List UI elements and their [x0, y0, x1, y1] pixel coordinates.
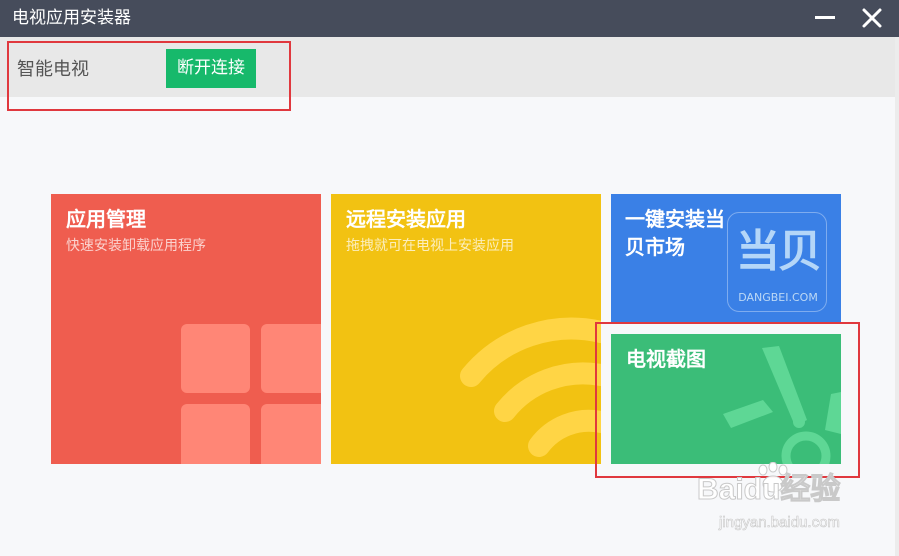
app-manage-tile[interactable]: 应用管理 快速安装卸载应用程序 — [51, 194, 321, 464]
dangbei-logo-text: 当贝 — [736, 226, 822, 277]
close-icon — [862, 8, 882, 28]
app-manage-title: 应用管理 — [66, 207, 146, 231]
remote-install-subtitle: 拖拽就可在电视上安装应用 — [346, 238, 514, 254]
install-market-tile[interactable]: 一键安装当贝市场 当贝 DANGBEI.COM — [611, 194, 841, 322]
connection-bar: 智能电视 断开连接 — [0, 37, 895, 97]
dangbei-logo: 当贝 DANGBEI.COM — [727, 212, 827, 312]
app-manage-subtitle: 快速安装卸载应用程序 — [66, 238, 206, 254]
dangbei-logo-domain: DANGBEI.COM — [738, 291, 818, 304]
install-market-title: 一键安装当贝市场 — [625, 207, 725, 259]
tv-screenshot-title: 电视截图 — [626, 347, 706, 371]
wifi-icon — [460, 317, 601, 457]
close-button[interactable] — [856, 3, 888, 33]
minimize-icon — [815, 16, 835, 19]
tv-screenshot-tile[interactable]: 电视截图 — [611, 334, 841, 464]
window-title: 电视应用安装器 — [12, 8, 131, 28]
title-bar: 电视应用安装器 — [0, 0, 899, 37]
window-edge — [895, 37, 899, 556]
disconnect-button[interactable]: 断开连接 — [166, 49, 256, 88]
remote-install-title: 远程安装应用 — [346, 207, 466, 231]
minimize-button[interactable] — [808, 3, 840, 33]
remote-install-tile[interactable]: 远程安装应用 拖拽就可在电视上安装应用 — [331, 194, 601, 464]
device-name: 智能电视 — [17, 59, 89, 80]
